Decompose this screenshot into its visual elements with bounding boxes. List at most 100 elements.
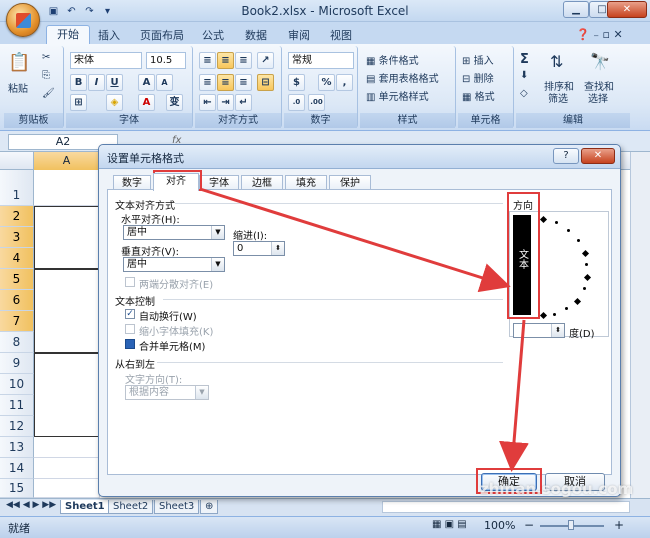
align-right-icon[interactable]: ≡ — [235, 74, 252, 91]
autosum-button[interactable]: Σ — [520, 52, 529, 67]
merge-center-icon[interactable]: ⊟ — [257, 74, 274, 91]
help-icon[interactable]: ❓ ₋ ▫ ✕ — [576, 28, 623, 41]
row-header[interactable]: 1 — [0, 170, 34, 206]
number-format-select[interactable]: 常规 — [288, 52, 354, 69]
wrap-text-icon[interactable]: ↵ — [235, 94, 252, 111]
insert-cells-button[interactable]: ⊞ 插入 — [462, 52, 494, 67]
cut-icon[interactable]: ✂ — [42, 52, 50, 63]
zoom-level[interactable]: 100% — [484, 519, 515, 532]
sort-filter-label-2[interactable]: 筛选 — [548, 90, 568, 105]
row-header[interactable]: 6 — [0, 290, 34, 311]
shrink-font-button[interactable]: A — [156, 74, 173, 91]
row-header[interactable]: 7 — [0, 311, 34, 332]
row-header[interactable]: 14 — [0, 458, 34, 479]
text-direction-select[interactable]: 根据内容 ▼ — [125, 385, 209, 400]
format-table-button[interactable]: ▤ 套用表格格式 — [366, 70, 439, 85]
tab-review[interactable]: 审阅 — [278, 27, 320, 44]
merged-cell[interactable] — [34, 206, 100, 269]
merged-cell[interactable] — [34, 353, 100, 437]
row-header[interactable]: 3 — [0, 227, 34, 248]
font-size-select[interactable]: 10.5 — [146, 52, 186, 69]
orientation-dot[interactable] — [567, 229, 570, 232]
row-header[interactable]: 15 — [0, 479, 34, 498]
office-button[interactable] — [6, 3, 40, 37]
bold-button[interactable]: B — [70, 74, 87, 91]
distributed-checkbox[interactable] — [125, 277, 135, 287]
row-header[interactable]: 2 — [0, 206, 34, 227]
align-middle-icon[interactable]: ≡ — [217, 52, 234, 69]
cell-a[interactable] — [34, 170, 100, 206]
zoom-in-button[interactable]: + — [614, 518, 624, 532]
close-window-button[interactable]: ✕ — [607, 1, 647, 18]
delete-cells-button[interactable]: ⊟ 删除 — [462, 70, 494, 85]
row-header[interactable]: 5 — [0, 269, 34, 290]
dialog-close-button[interactable]: ✕ — [581, 148, 615, 164]
dialog-tab-alignment[interactable]: 对齐 — [153, 173, 199, 191]
tab-page-layout[interactable]: 页面布局 — [130, 27, 194, 44]
row-header[interactable]: 8 — [0, 332, 34, 353]
row-header[interactable]: 13 — [0, 437, 34, 458]
degrees-spinner[interactable]: ⬍ — [513, 323, 565, 338]
percent-button[interactable]: % — [318, 74, 335, 91]
row-header[interactable]: 10 — [0, 374, 34, 395]
grow-font-button[interactable]: A — [138, 74, 155, 91]
tab-data[interactable]: 数据 — [235, 27, 277, 44]
horizontal-align-select[interactable]: 居中 ▼ — [123, 225, 225, 240]
vertical-align-select[interactable]: 居中 ▼ — [123, 257, 225, 272]
currency-icon[interactable]: $ — [288, 74, 305, 91]
view-buttons-icon[interactable]: ▦ ▣ ▤ — [432, 519, 467, 530]
merge-cells-checkbox[interactable] — [125, 339, 135, 349]
font-family-select[interactable]: 宋体 — [70, 52, 142, 69]
fill-color-icon[interactable]: ◈ — [106, 94, 123, 111]
orientation-dot[interactable] — [565, 307, 568, 310]
conditional-format-button[interactable]: ▦ 条件格式 — [366, 52, 419, 67]
format-painter-icon[interactable]: 🖌 — [42, 88, 55, 99]
sheet-tab-1[interactable]: Sheet1 — [60, 500, 110, 514]
fill-icon[interactable]: ⬇ — [520, 70, 528, 81]
orientation-dot[interactable] — [583, 287, 586, 290]
row-header[interactable]: 9 — [0, 353, 34, 374]
orientation-dot[interactable] — [555, 221, 558, 224]
sheet-tab-2[interactable]: Sheet2 — [108, 500, 154, 514]
paste-icon[interactable]: 📋 — [8, 52, 30, 73]
align-left-icon[interactable]: ≡ — [199, 74, 216, 91]
orientation-dot[interactable] — [585, 263, 588, 266]
comma-button[interactable]: , — [336, 74, 353, 91]
tab-formulas[interactable]: 公式 — [192, 27, 234, 44]
insert-sheet-icon[interactable]: ⊕ — [200, 500, 219, 514]
row-header[interactable]: 4 — [0, 248, 34, 269]
sort-filter-icon[interactable]: ⇅ — [550, 52, 563, 71]
orientation-icon[interactable]: ↗ — [257, 52, 274, 69]
row-header[interactable]: 11 — [0, 395, 34, 416]
font-color-icon[interactable]: A — [138, 94, 155, 111]
align-top-icon[interactable]: ≡ — [199, 52, 216, 69]
merged-cell[interactable] — [34, 269, 100, 353]
find-select-icon[interactable]: 🔭 — [590, 52, 610, 71]
tab-view[interactable]: 视图 — [320, 27, 362, 44]
format-cells-button[interactable]: ▦ 格式 — [462, 88, 495, 103]
wrap-text-checkbox[interactable]: ✓ — [125, 309, 135, 319]
select-all-corner[interactable] — [0, 152, 34, 170]
phonetic-button[interactable]: 变 — [166, 94, 183, 111]
shrink-to-fit-checkbox[interactable] — [125, 324, 135, 334]
sheet-tab-3[interactable]: Sheet3 — [154, 500, 200, 514]
tab-home[interactable]: 开始 — [46, 25, 90, 45]
align-bottom-icon[interactable]: ≡ — [235, 52, 252, 69]
underline-button[interactable]: U — [106, 74, 123, 91]
horizontal-scrollbar[interactable] — [382, 501, 630, 513]
orientation-dot[interactable] — [577, 239, 580, 242]
clear-icon[interactable]: ◇ — [520, 88, 528, 99]
indent-spinner[interactable]: 0 ⬍ — [233, 241, 285, 256]
cell-styles-button[interactable]: ▥ 单元格样式 — [366, 88, 429, 103]
cell-a[interactable] — [34, 437, 100, 458]
find-select-label-2[interactable]: 选择 — [588, 90, 608, 105]
cell-a[interactable] — [34, 458, 100, 479]
paste-button[interactable]: 粘贴 — [8, 80, 28, 95]
copy-icon[interactable]: ⎘ — [42, 70, 50, 81]
increase-indent-icon[interactable]: ⇥ — [217, 94, 234, 111]
increase-decimal-icon[interactable]: .0 — [288, 94, 305, 111]
zoom-out-button[interactable]: − — [524, 518, 534, 532]
sheet-nav-icon[interactable]: ◀◀ ◀ ▶ ▶▶ — [6, 500, 56, 510]
tab-insert[interactable]: 插入 — [88, 27, 130, 44]
orientation-dot[interactable] — [553, 313, 556, 316]
